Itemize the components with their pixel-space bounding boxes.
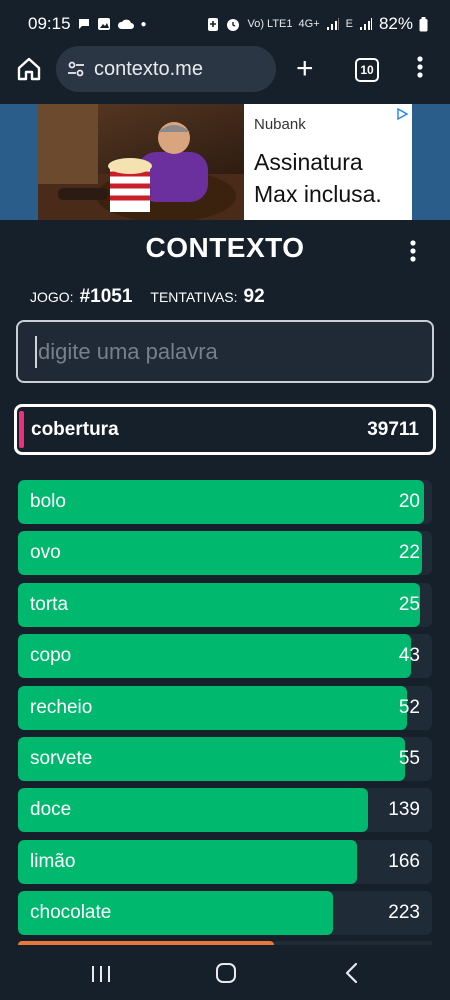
- text-caret: [35, 336, 37, 368]
- guess-word: recheio: [30, 697, 93, 718]
- guess-rank: 55: [398, 748, 420, 769]
- guess-input-box[interactable]: [16, 320, 434, 383]
- game-stats: JOGO: #1051 TENTATIVAS: 92: [30, 286, 265, 308]
- guess-row-partial-track: [274, 941, 432, 945]
- guess-input[interactable]: [36, 337, 420, 366]
- guess-row-partial: [18, 941, 274, 945]
- ad-banner[interactable]: Nubank Assinatura Max inclusa.: [0, 104, 450, 220]
- battery-percent: 82%: [378, 14, 413, 33]
- similarity-bar: [18, 480, 424, 524]
- ad-choices-icon[interactable]: [396, 108, 408, 120]
- battery-saver-icon: [208, 18, 219, 31]
- guess-rank: 166: [388, 851, 420, 872]
- guess-rank: 20: [398, 491, 420, 512]
- browser-menu-icon[interactable]: [412, 52, 428, 82]
- guess-rank: 139: [388, 799, 420, 820]
- guess-row: recheio 52: [18, 686, 432, 730]
- ad-brand: Nubank: [254, 116, 306, 133]
- volte-label: Vo) LTE1: [247, 18, 293, 30]
- gallery-icon: [97, 18, 110, 30]
- back-icon[interactable]: [344, 962, 360, 984]
- url-text: contexto.me: [94, 57, 203, 80]
- guess-word: torta: [30, 594, 69, 615]
- network-alt-label: E: [345, 18, 353, 30]
- guess-word: chocolate: [30, 902, 112, 923]
- guess-word: bolo: [30, 491, 66, 512]
- browser-toolbar: contexto.me + 10: [0, 44, 450, 100]
- signal-icon: [326, 18, 339, 30]
- tab-switcher-button[interactable]: 10: [355, 58, 379, 82]
- ad-image: [38, 104, 244, 220]
- guess-rank: 43: [398, 645, 420, 666]
- ad-headline-line-1: Assinatura: [254, 149, 363, 175]
- site-settings-icon[interactable]: [66, 59, 86, 79]
- status-bar: 09:15 ● Vo) LTE1 4G+ E 82%: [0, 0, 450, 48]
- signal-icon-2: [359, 18, 372, 30]
- cloud-icon: [117, 19, 134, 29]
- guess-word: limão: [30, 851, 76, 872]
- guess-word: sorvete: [30, 748, 93, 769]
- dot-icon: ●: [140, 18, 147, 30]
- similarity-bar: [18, 583, 420, 627]
- home-nav-icon[interactable]: [215, 962, 237, 984]
- guess-rank: 52: [398, 697, 420, 718]
- guess-word: doce: [30, 799, 72, 820]
- page-title: CONTEXTO: [145, 232, 305, 263]
- game-menu-icon[interactable]: [406, 238, 420, 264]
- ad-headline: Assinatura Max inclusa.: [254, 146, 382, 210]
- guess-word: ovo: [30, 542, 61, 563]
- system-navigation-bar: [0, 948, 450, 1000]
- guess-row: sorvete 55: [18, 737, 432, 781]
- guess-row: copo 43: [18, 634, 432, 678]
- clock: 09:15: [28, 14, 71, 33]
- network-type-label: 4G+: [298, 18, 320, 30]
- alarm-icon: [227, 19, 240, 31]
- guess-rank: 223: [388, 902, 420, 923]
- guess-row: bolo 20: [18, 480, 432, 524]
- ad-headline-line-2: Max inclusa.: [254, 181, 382, 207]
- attempts-label: TENTATIVAS:: [150, 289, 238, 305]
- similarity-bar: [18, 634, 412, 678]
- ad-text-card[interactable]: Nubank Assinatura Max inclusa.: [244, 104, 412, 220]
- guess-row: doce 139: [18, 788, 432, 832]
- latest-guess-row: cobertura 39711: [14, 404, 436, 455]
- chat-icon: [78, 19, 89, 29]
- guess-row: chocolate 223: [18, 891, 432, 935]
- attempts-count: 92: [243, 286, 265, 307]
- similarity-bar: [18, 531, 422, 575]
- home-icon[interactable]: [16, 56, 42, 82]
- game-number: #1051: [79, 286, 133, 307]
- guess-row: ovo 22: [18, 531, 432, 575]
- guess-rank: 25: [398, 594, 420, 615]
- game-label: JOGO:: [30, 289, 74, 305]
- guess-word: copo: [30, 645, 72, 666]
- new-tab-plus-icon[interactable]: +: [296, 54, 314, 84]
- guess-row: limão 166: [18, 840, 432, 884]
- latest-guess-rank: 39711: [367, 418, 419, 440]
- guess-row: torta 25: [18, 583, 432, 627]
- recent-apps-icon[interactable]: [90, 964, 112, 984]
- guess-rank: 22: [398, 542, 420, 563]
- latest-guess-marker: [19, 411, 24, 448]
- battery-icon: [419, 16, 428, 31]
- latest-guess-word: cobertura: [31, 418, 119, 440]
- address-bar[interactable]: contexto.me: [56, 46, 276, 92]
